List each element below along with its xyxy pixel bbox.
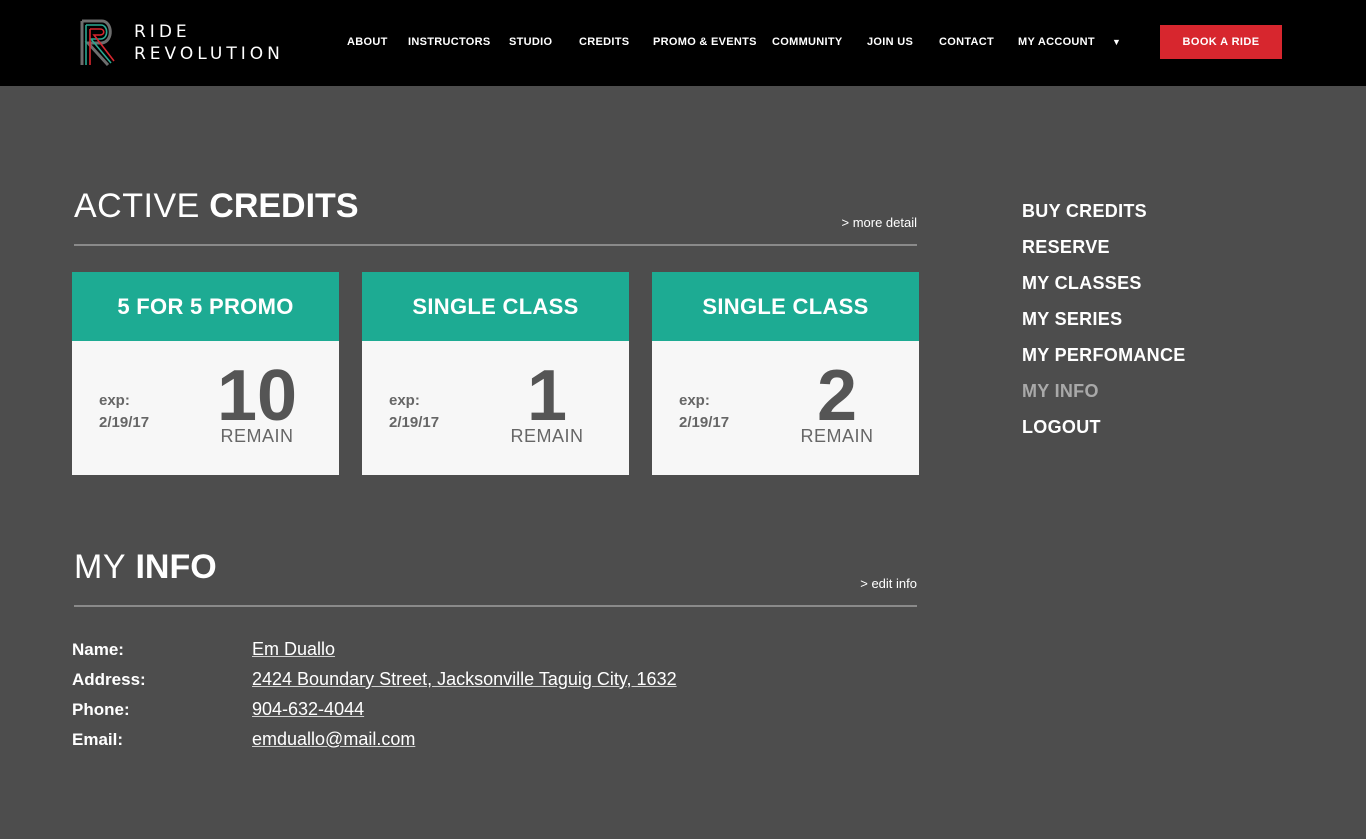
credit-card-title: SINGLE CLASS [362,272,629,341]
email-value[interactable]: emduallo@mail.com [252,729,415,750]
brand-wordmark: RIDE REVOLUTION [134,21,284,65]
nav-about[interactable]: ABOUT [347,36,388,48]
brand-line-1: RIDE [134,22,191,42]
expiry-date: 2/19/17 [389,414,440,431]
credit-card-expiry: exp: 2/19/17 [389,390,439,434]
remain-label: REMAIN [800,426,874,446]
remain-label: REMAIN [510,426,584,446]
side-item-reserve[interactable]: RESERVE [1022,237,1110,258]
nav-instructors[interactable]: INSTRUCTORS [408,36,491,48]
info-title-light: MY [74,548,126,586]
name-label: Name: [72,640,124,659]
side-item-logout[interactable]: LOGOUT [1022,417,1101,438]
top-navbar: RIDE REVOLUTION ABOUT INSTRUCTORS STUDIO… [0,0,1366,86]
chevron-down-icon[interactable]: ▼ [1112,37,1121,47]
credit-card-title: 5 FOR 5 PROMO [72,272,339,341]
info-title-bold: INFO [135,548,217,586]
address-value[interactable]: 2424 Boundary Street, Jacksonville Tagui… [252,669,677,690]
credit-card: SINGLE CLASS exp: 2/19/17 1 REMAIN [362,272,629,475]
credit-card: SINGLE CLASS exp: 2/19/17 2 REMAIN [652,272,919,475]
side-item-my-series[interactable]: MY SERIES [1022,309,1122,330]
nav-join-us[interactable]: JOIN US [867,36,913,48]
credits-title: ACTIVE CREDITS [74,186,917,226]
remain-label: REMAIN [220,426,294,446]
side-item-my-performance[interactable]: MY PERFOMANCE [1022,345,1186,366]
credit-card-expiry: exp: 2/19/17 [99,390,149,434]
email-label: Email: [72,730,124,749]
phone-value[interactable]: 904-632-4044 [252,699,364,720]
credit-count: 10 [216,356,298,436]
nav-studio[interactable]: STUDIO [509,36,552,48]
side-item-my-info[interactable]: MY INFO [1022,381,1099,402]
address-label: Address: [72,670,146,689]
name-value[interactable]: Em Duallo [252,639,335,660]
expiry-date: 2/19/17 [99,414,150,431]
brand-line-2: REVOLUTION [134,44,284,64]
info-section-header: MY INFO > edit info [74,547,917,607]
credits-section-header: ACTIVE CREDITS > more detail [74,186,917,246]
nav-promo-events[interactable]: PROMO & EVENTS [653,36,757,48]
credits-title-bold: CREDITS [209,187,359,225]
book-a-ride-button[interactable]: BOOK A RIDE [1160,25,1282,59]
logo-r-icon [80,19,115,67]
nav-community[interactable]: COMMUNITY [772,36,843,48]
credit-card-title: SINGLE CLASS [652,272,919,341]
side-item-my-classes[interactable]: MY CLASSES [1022,273,1142,294]
side-item-buy-credits[interactable]: BUY CREDITS [1022,201,1147,222]
expiry-label: exp: [99,392,130,409]
nav-my-account[interactable]: MY ACCOUNT [1018,36,1095,48]
credit-count: 2 [816,356,858,436]
expiry-date: 2/19/17 [679,414,730,431]
credit-count: 1 [526,356,568,436]
expiry-label: exp: [679,392,710,409]
nav-contact[interactable]: CONTACT [939,36,994,48]
brand-logo[interactable]: RIDE REVOLUTION [78,16,293,70]
credit-card: 5 FOR 5 PROMO exp: 2/19/17 10 REMAIN [72,272,339,475]
info-title: MY INFO [74,547,917,587]
credit-card-expiry: exp: 2/19/17 [679,390,729,434]
expiry-label: exp: [389,392,420,409]
edit-info-link[interactable]: > edit info [860,576,917,591]
phone-label: Phone: [72,700,130,719]
more-detail-link[interactable]: > more detail [841,215,917,230]
nav-credits[interactable]: CREDITS [579,36,629,48]
credits-title-light: ACTIVE [74,187,200,225]
